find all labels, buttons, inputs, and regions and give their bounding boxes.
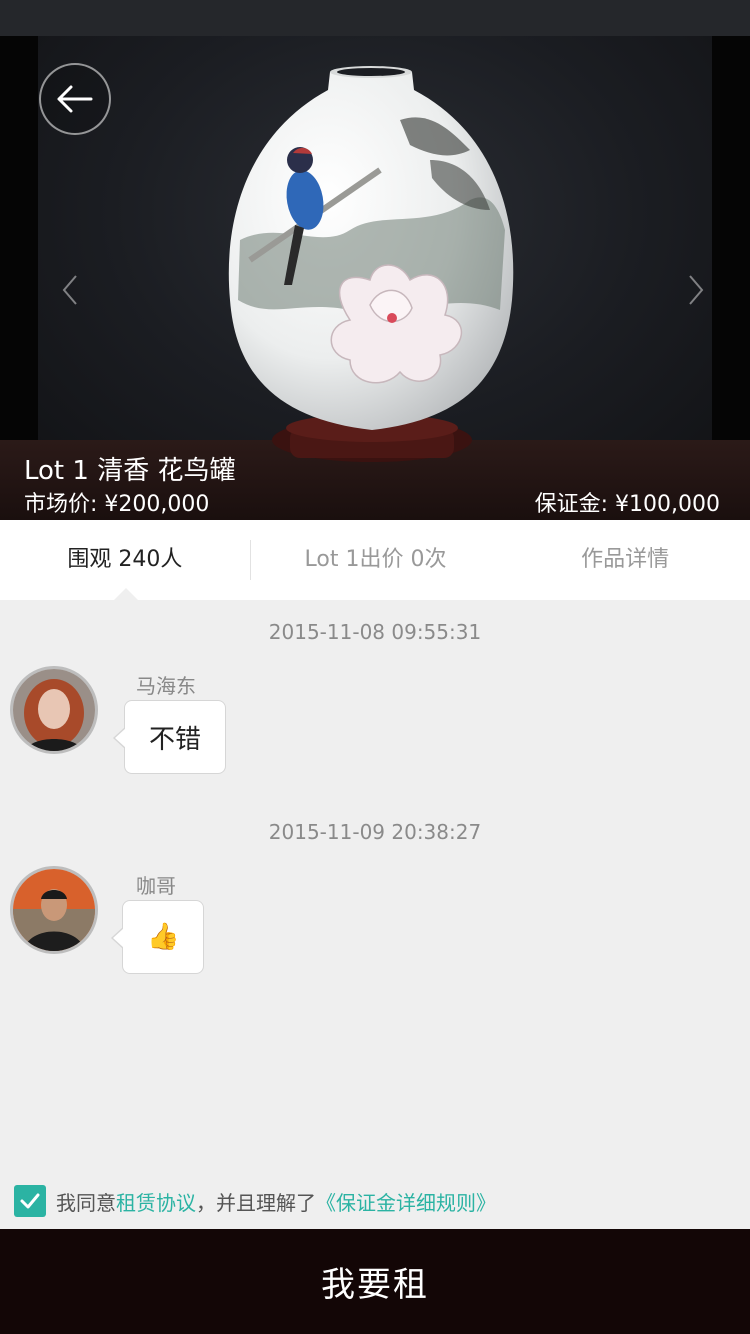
previous-image-button[interactable]	[60, 272, 80, 308]
user-avatar-image	[13, 869, 95, 951]
message-bubble: 👍	[110, 900, 205, 974]
tab-bids[interactable]: Lot 1出价 0次	[251, 540, 501, 580]
agreement-middle: ，并且理解了	[196, 1190, 316, 1215]
next-image-button[interactable]	[686, 272, 706, 308]
image-right-edge	[712, 36, 750, 476]
deposit-rules-link[interactable]: 《保证金详细规则》	[316, 1187, 496, 1216]
tab-details[interactable]: 作品详情	[500, 540, 750, 580]
tab-spectators[interactable]: 围观 240人	[0, 540, 250, 580]
rent-button[interactable]: 我要租	[0, 1229, 750, 1334]
agreement-row: 我同意 租赁协议 ，并且理解了 《保证金详细规则》	[14, 1184, 496, 1218]
chevron-left-icon	[62, 275, 77, 305]
lease-agreement-link[interactable]: 租赁协议	[116, 1187, 196, 1216]
chevron-right-icon	[689, 275, 704, 305]
active-tab-indicator	[114, 588, 138, 600]
market-price: 市场价: ¥200,000	[24, 492, 210, 517]
message-bubble: 不错	[112, 700, 227, 774]
product-image: Lot 1 清香 花鸟罐 市场价: ¥200,000 保证金: ¥100,000	[0, 0, 750, 520]
arrow-left-icon	[57, 85, 93, 113]
back-button[interactable]	[39, 63, 111, 135]
vase-illustration	[228, 66, 514, 462]
message-timestamp: 2015-11-08 09:55:31	[268, 620, 482, 644]
image-top-strip	[0, 0, 750, 36]
sender-name: 马海东	[136, 674, 196, 698]
sender-name: 咖哥	[136, 874, 176, 898]
deposit-amount: 保证金: ¥100,000	[534, 492, 720, 517]
avatar[interactable]	[10, 666, 98, 754]
checkmark-icon	[20, 1193, 40, 1209]
agreement-prefix: 我同意	[56, 1190, 116, 1215]
tab-bar: 围观 240人 Lot 1出价 0次 作品详情	[0, 520, 750, 600]
message-timestamp: 2015-11-09 20:38:27	[268, 820, 482, 844]
lot-title: Lot 1 清香 花鸟罐	[24, 456, 236, 486]
agreement-checkbox[interactable]	[14, 1185, 46, 1217]
user-avatar-image	[13, 669, 95, 751]
avatar[interactable]	[10, 866, 98, 954]
